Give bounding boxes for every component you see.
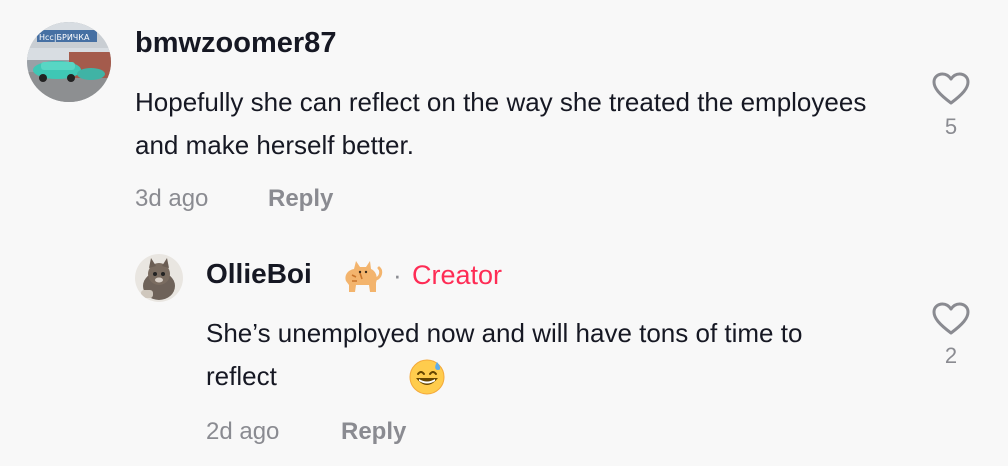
- avatar[interactable]: Нсс|БРИЧКА: [27, 22, 111, 102]
- heart-outline-icon: [932, 302, 970, 335]
- cat-emoji-icon: [340, 255, 384, 295]
- name-separator: ·: [393, 260, 402, 290]
- creator-badge: Creator: [412, 260, 503, 290]
- avatar[interactable]: [135, 254, 183, 302]
- reply-username[interactable]: OllieBoi: [206, 258, 312, 290]
- like-button[interactable]: [931, 72, 971, 106]
- grinning-sweat-emoji-icon: [408, 358, 446, 396]
- comment-username[interactable]: bmwzoomer87: [135, 27, 336, 60]
- svg-text:Нсс|БРИЧКА: Нсс|БРИЧКА: [39, 33, 90, 42]
- comment-text: Hopefully she can reflect on the way she…: [135, 87, 867, 160]
- reply-button[interactable]: Reply: [341, 418, 406, 446]
- comment-time: 3d ago: [135, 185, 209, 212]
- reply-button[interactable]: Reply: [268, 185, 333, 213]
- reply-text: She’s unemployed now and will have tons …: [206, 318, 803, 391]
- car-photo-avatar: Нсс|БРИЧКА: [27, 22, 111, 102]
- like-count: 2: [944, 343, 958, 368]
- reply-time: 2d ago: [206, 418, 280, 445]
- like-count: 5: [944, 114, 958, 139]
- cat-photo-avatar: [135, 254, 183, 302]
- heart-outline-icon: [932, 72, 970, 105]
- comment-thread: Нсс|БРИЧКА bmwzoomer87 Hopefully she can…: [0, 0, 1008, 466]
- like-button[interactable]: [931, 302, 971, 336]
